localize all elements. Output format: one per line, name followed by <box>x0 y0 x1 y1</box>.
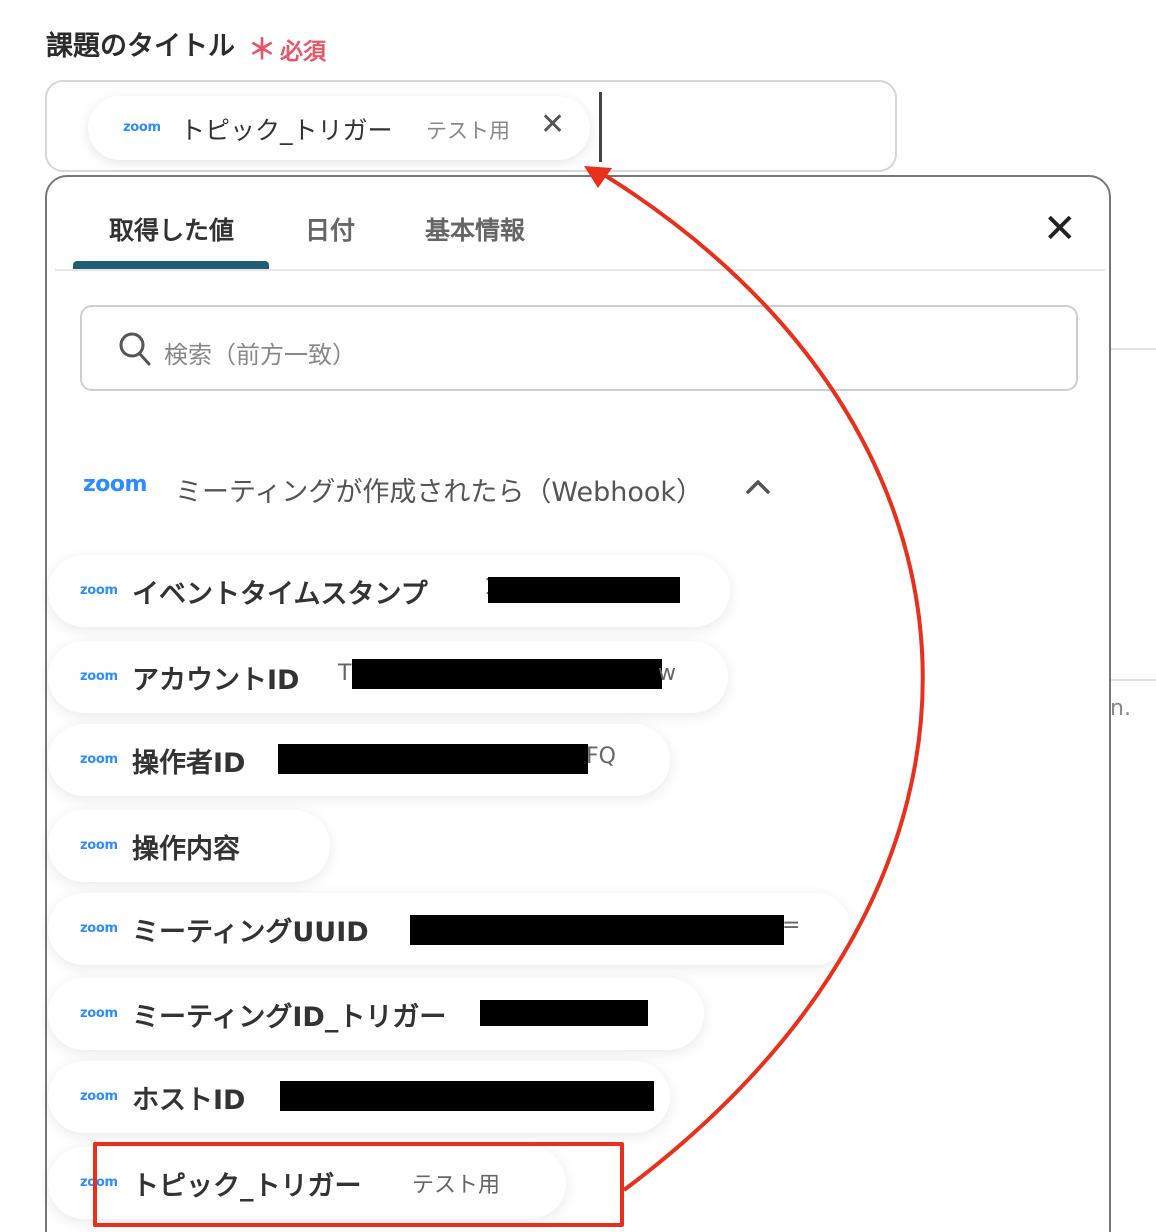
annotation-arrow <box>584 166 925 1192</box>
